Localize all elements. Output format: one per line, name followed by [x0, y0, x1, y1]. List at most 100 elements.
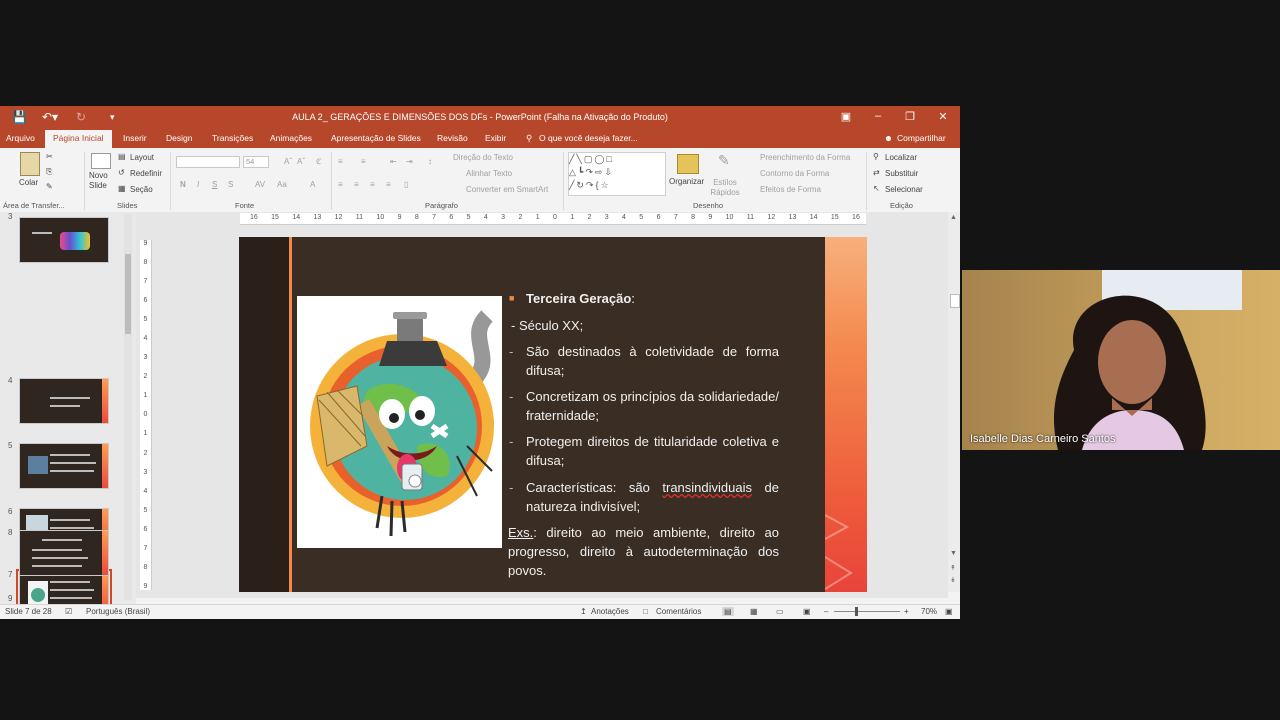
bold-button[interactable]: N: [180, 180, 186, 189]
replace-button[interactable]: Substituir: [885, 169, 918, 178]
examples-paragraph[interactable]: Exs.: direito ao meio ambiente, direito …: [508, 523, 779, 580]
cut-icon[interactable]: ✂: [46, 152, 53, 161]
previous-slide-icon[interactable]: ↟: [950, 564, 956, 572]
zoom-slider[interactable]: [834, 611, 900, 612]
justify-icon[interactable]: ≡: [386, 180, 391, 189]
normal-view-icon[interactable]: ▤: [722, 607, 734, 616]
tab-view[interactable]: Exibir: [485, 133, 506, 143]
scroll-down-icon[interactable]: ▼: [950, 550, 957, 557]
zoom-slider-thumb[interactable]: [855, 607, 858, 616]
thumbnail-scrollbar[interactable]: [124, 214, 132, 600]
find-button[interactable]: Localizar: [885, 153, 917, 162]
bullet-item-2[interactable]: Concretizam os princípios da solidarieda…: [526, 387, 779, 425]
slideshow-view-icon[interactable]: ▣: [803, 607, 811, 616]
zoom-level[interactable]: 70%: [921, 607, 937, 616]
underline-button[interactable]: S: [212, 180, 217, 189]
slide-thumbnail-4[interactable]: [19, 378, 109, 424]
decrease-indent-icon[interactable]: ⇤: [390, 157, 397, 166]
thumbnail-accent: [102, 444, 108, 488]
tab-transitions[interactable]: Transições: [212, 133, 253, 143]
font-color-button[interactable]: A: [310, 180, 315, 189]
smartart-button[interactable]: Converter em SmartArt: [466, 185, 548, 194]
slide-thumbnail-5[interactable]: [19, 443, 109, 489]
thumbnail-scroll-thumb[interactable]: [125, 254, 131, 334]
comments-button[interactable]: Comentários: [656, 607, 701, 616]
paste-button[interactable]: Colar: [19, 178, 38, 187]
scroll-up-icon[interactable]: ▲: [950, 214, 957, 221]
tab-insert[interactable]: Inserir: [123, 133, 147, 143]
next-slide-icon[interactable]: ↡: [950, 576, 956, 584]
tab-slideshow[interactable]: Apresentação de Slides: [331, 133, 421, 143]
slide-sorter-icon[interactable]: ▦: [750, 607, 758, 616]
italic-button[interactable]: I: [197, 180, 199, 189]
numbering-icon[interactable]: ≡: [361, 157, 366, 166]
canvas-vertical-scrollbar[interactable]: ▲ ▼ ↟ ↡: [948, 212, 960, 592]
slide-heading[interactable]: Terceira Geração:: [526, 289, 635, 308]
layout-button[interactable]: Layout: [130, 153, 154, 162]
close-icon[interactable]: ✕: [933, 110, 953, 123]
tab-file[interactable]: Arquivo: [6, 133, 35, 143]
align-text-button[interactable]: Alinhar Texto: [466, 169, 512, 178]
arrange-icon[interactable]: [677, 154, 699, 174]
reading-view-icon[interactable]: ▭: [776, 607, 784, 616]
slide-thumbnail-8[interactable]: [19, 530, 109, 576]
slide-thumbnail-3[interactable]: [19, 217, 109, 263]
zoom-in-icon[interactable]: +: [904, 607, 909, 616]
tell-me-search[interactable]: O que você deseja fazer...: [539, 133, 638, 143]
shapes-gallery[interactable]: ╱╲▢◯□ △┗↷⇨⇩ ╱↻↷{☆: [568, 152, 666, 196]
minimize-icon[interactable]: –: [868, 110, 888, 122]
paste-icon[interactable]: [20, 152, 40, 176]
align-right-icon[interactable]: ≡: [370, 180, 375, 189]
spellcheck-icon[interactable]: ☑: [65, 607, 72, 616]
align-left-icon[interactable]: ≡: [338, 180, 343, 189]
columns-icon[interactable]: ▯: [404, 180, 408, 189]
tab-home[interactable]: Página Inicial: [45, 130, 112, 148]
new-slide-button[interactable]: Novo Slide: [89, 171, 113, 191]
language-indicator[interactable]: Português (Brasil): [86, 607, 150, 616]
bullets-icon[interactable]: ≡: [338, 157, 343, 166]
increase-indent-icon[interactable]: ⇥: [406, 157, 413, 166]
shape-fill-button[interactable]: Preenchimento da Forma: [760, 153, 850, 162]
section-button[interactable]: Seção: [130, 185, 153, 194]
shrink-font-icon[interactable]: Aˇ: [297, 157, 305, 166]
select-button[interactable]: Selecionar: [885, 185, 923, 194]
bullet-item-1[interactable]: São destinados à coletividade de forma d…: [526, 342, 779, 380]
format-painter-icon[interactable]: ✎: [46, 182, 53, 191]
bullet-item-4[interactable]: Características: são transindividuais de…: [526, 478, 779, 516]
tab-design[interactable]: Design: [166, 133, 192, 143]
quick-styles-button[interactable]: Estilos Rápidos: [707, 178, 743, 198]
slide-counter: Slide 7 de 28: [5, 607, 52, 616]
line-spacing-icon[interactable]: ↕: [428, 157, 432, 166]
new-slide-icon[interactable]: [91, 153, 111, 169]
font-name-field[interactable]: [176, 156, 240, 168]
slide-7[interactable]: ■ Terceira Geração: - Século XX; - São d…: [239, 237, 867, 592]
fit-to-window-icon[interactable]: ▣: [945, 607, 953, 616]
tab-review[interactable]: Revisão: [437, 133, 468, 143]
notes-button[interactable]: Anotações: [591, 607, 629, 616]
copy-icon[interactable]: ⎘: [46, 167, 52, 177]
align-center-icon[interactable]: ≡: [354, 180, 359, 189]
char-spacing-button[interactable]: AV: [255, 180, 265, 189]
share-button[interactable]: Compartilhar: [897, 133, 946, 143]
grow-font-icon[interactable]: Aˆ: [284, 157, 292, 166]
reset-button[interactable]: Redefinir: [130, 169, 162, 178]
shape-effects-button[interactable]: Efeitos de Forma: [760, 185, 821, 194]
shape-outline-button[interactable]: Contorno da Forma: [760, 169, 829, 178]
tab-animations[interactable]: Animações: [270, 133, 312, 143]
century-line[interactable]: - Século XX;: [511, 316, 583, 335]
bullet-item-3[interactable]: Protegem direitos de titularidade coleti…: [526, 432, 779, 470]
user-icon: ☻: [884, 133, 893, 143]
canvas-scroll-thumb[interactable]: [950, 294, 960, 308]
quick-styles-icon[interactable]: ✎: [718, 152, 730, 169]
font-size-field[interactable]: 54: [243, 156, 269, 168]
arrange-button[interactable]: Organizar: [669, 177, 704, 186]
clear-format-icon[interactable]: ℭ: [316, 157, 322, 166]
change-case-button[interactable]: Aa: [277, 180, 287, 189]
ribbon-display-icon[interactable]: ▣: [836, 110, 856, 123]
polluted-earth-illustration[interactable]: [297, 296, 502, 548]
restore-icon[interactable]: ❐: [900, 110, 920, 123]
text-direction-button[interactable]: Direção do Texto: [453, 153, 513, 162]
zoom-out-icon[interactable]: –: [824, 607, 828, 616]
ruler-tick-label: 9: [397, 214, 402, 221]
shadow-button[interactable]: S: [228, 180, 233, 189]
